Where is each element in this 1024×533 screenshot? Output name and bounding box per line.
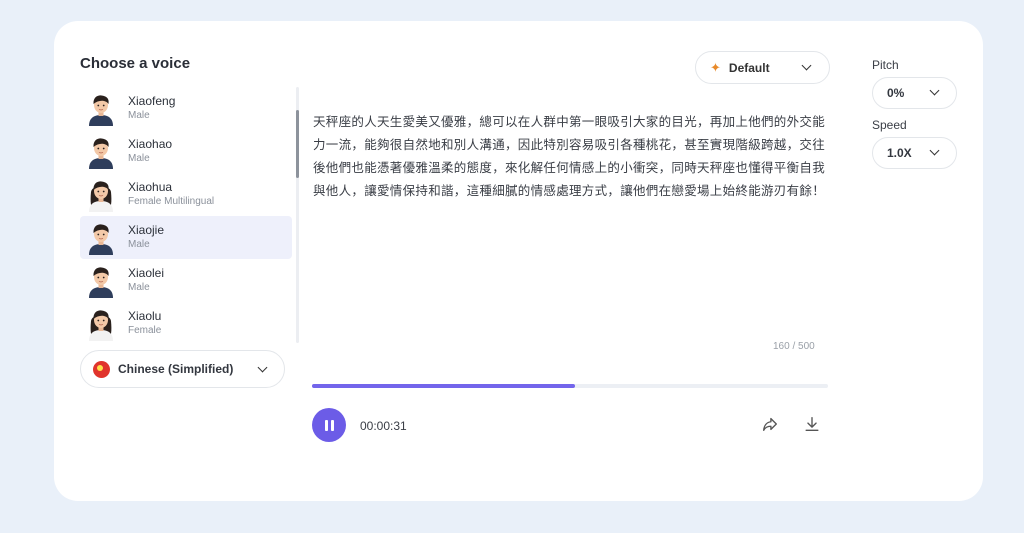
progress-fill — [312, 384, 576, 388]
pause-button[interactable] — [312, 408, 346, 442]
voice-description: Female — [128, 325, 162, 336]
voice-name: Xiaojie — [128, 223, 165, 237]
scrollbar-thumb[interactable] — [296, 110, 299, 178]
voice-avatar — [89, 309, 113, 341]
china-flag-icon — [93, 360, 110, 378]
voice-item-xiaojie[interactable]: Xiaojie Male — [80, 216, 292, 259]
voice-avatar — [89, 137, 113, 169]
text-input[interactable]: 天秤座的人天生愛美又優雅，總可以在人群中第一眼吸引大家的目光，再加上他們的外交能… — [313, 111, 833, 203]
voice-item-xiaohua[interactable]: Xiaohua Female Multilingual — [80, 173, 292, 216]
default-style-icon: ✦ — [710, 60, 721, 75]
panel-title: Choose a voice — [80, 55, 191, 72]
chevron-down-icon — [257, 362, 268, 373]
chevron-down-icon — [929, 145, 940, 156]
language-label: Chinese (Simplified) — [118, 362, 234, 376]
share-icon[interactable] — [761, 415, 779, 433]
voice-avatar — [89, 266, 113, 298]
voice-list-scrollbar[interactable] — [296, 87, 299, 343]
playback-progress-bar[interactable] — [312, 384, 828, 388]
language-select[interactable]: Chinese (Simplified) — [80, 350, 285, 388]
voice-description: Female Multilingual — [128, 196, 215, 207]
voice-item-xiaofeng[interactable]: Xiaofeng Male — [80, 87, 292, 130]
speed-select[interactable]: 1.0X — [872, 137, 957, 169]
style-label: Default — [728, 60, 770, 75]
chevron-down-icon — [929, 85, 940, 96]
voice-description: Male — [128, 282, 150, 293]
speed-label: Speed — [872, 118, 907, 132]
voice-name: Xiaolei — [128, 266, 165, 280]
voice-description: Male — [128, 239, 150, 250]
speed-value: 1.0X — [887, 146, 912, 160]
chevron-down-icon — [801, 60, 812, 71]
pause-icon — [324, 419, 328, 431]
voice-name: Xiaofeng — [128, 94, 176, 108]
voice-description: Male — [128, 110, 150, 121]
voice-name: Xiaohua — [128, 180, 173, 194]
voice-name: Xiaohao — [128, 137, 173, 151]
pitch-select[interactable]: 0% — [872, 77, 957, 109]
playback-time: 00:00:31 — [360, 419, 407, 433]
character-count: 160 / 500 — [773, 341, 815, 352]
voice-description: Male — [128, 153, 150, 164]
style-select[interactable]: ✦ Default — [695, 51, 830, 84]
voice-avatar — [89, 94, 113, 126]
voice-name: Xiaolu — [128, 309, 162, 323]
voice-panel: Choose a voice Xiaofeng Male Xiaohao Male Xi… — [54, 21, 983, 501]
voice-item-xiaolu[interactable]: Xiaolu Female — [80, 302, 292, 345]
voice-item-xiaolei[interactable]: Xiaolei Male — [80, 259, 292, 302]
pitch-label: Pitch — [872, 58, 899, 72]
voice-list: Xiaofeng Male Xiaohao Male Xiaohua Female Mul… — [80, 87, 292, 345]
voice-avatar — [89, 180, 113, 212]
download-icon[interactable] — [803, 415, 821, 433]
voice-item-xiaohao[interactable]: Xiaohao Male — [80, 130, 292, 173]
voice-avatar — [89, 223, 113, 255]
pitch-value: 0% — [887, 86, 905, 100]
